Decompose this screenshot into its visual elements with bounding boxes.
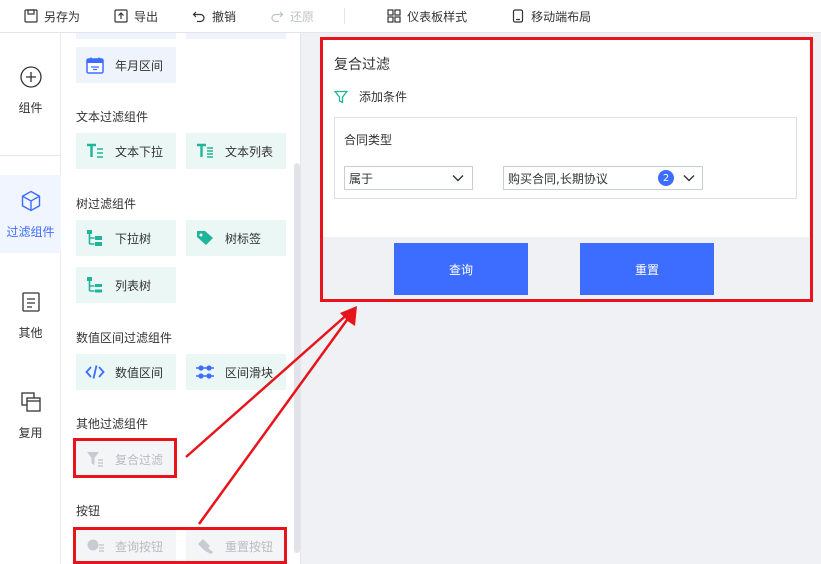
component-cut-left [76, 33, 176, 39]
component-range-slider[interactable]: 区间滑块 [186, 354, 286, 390]
rail-item-components[interactable]: 组件 [0, 65, 61, 116]
save-as-button[interactable]: 另存为 [14, 0, 90, 33]
text-list-icon [195, 141, 215, 161]
component-label: 文本下拉 [115, 144, 164, 159]
document-icon [19, 290, 43, 314]
component-label: 列表树 [115, 278, 152, 293]
redo-icon [270, 9, 284, 23]
copy-icon [19, 390, 43, 414]
group-title-other-filter: 其他过滤组件 [76, 417, 149, 431]
component-panel: 年月区间 文本过滤组件 文本下拉 文本列表 树过滤组件 下拉树 树标签 列表树 … [61, 33, 301, 564]
mobile-layout-label: 移动端布局 [531, 9, 592, 24]
rail-label-other: 其他 [18, 326, 43, 340]
rail-divider [0, 155, 61, 156]
component-text-dropdown[interactable]: 文本下拉 [76, 133, 176, 169]
group-title-text-filter: 文本过滤组件 [76, 110, 149, 124]
export-button[interactable]: 导出 [104, 0, 168, 33]
annotation-box-buttons [73, 527, 287, 564]
tree-icon [85, 228, 105, 248]
left-rail: 组件 过滤组件 其他 复用 [0, 33, 61, 564]
group-title-tree-filter: 树过滤组件 [76, 197, 137, 211]
redo-button[interactable]: 还原 [260, 0, 324, 33]
undo-label: 撤销 [212, 9, 237, 24]
component-text-list[interactable]: 文本列表 [186, 133, 286, 169]
calendar-icon [85, 55, 105, 75]
code-icon [85, 362, 105, 382]
dashboard-style-button[interactable]: 仪表板样式 [377, 0, 477, 33]
list-tree-icon [85, 275, 105, 295]
component-label: 文本列表 [225, 144, 274, 159]
component-dropdown-tree[interactable]: 下拉树 [76, 220, 176, 256]
undo-icon [192, 9, 206, 23]
save-as-label: 另存为 [44, 9, 81, 24]
component-tree-tag[interactable]: 树标签 [186, 220, 286, 256]
component-label: 数值区间 [115, 365, 164, 380]
panel-scrollbar[interactable] [294, 163, 300, 553]
save-icon [24, 9, 38, 23]
toolbar: 另存为 导出 撤销 还原 仪表板样式 移动端布局 [0, 0, 821, 33]
component-cut-right [186, 33, 286, 39]
rail-label-filter-components: 过滤组件 [6, 225, 55, 239]
plus-circle-icon [19, 65, 43, 89]
cube-icon [19, 189, 43, 213]
annotation-box-canvas [320, 37, 813, 302]
rail-item-filter-components[interactable]: 过滤组件 [0, 175, 61, 253]
text-dropdown-icon [85, 141, 105, 161]
mobile-layout-button[interactable]: 移动端布局 [501, 0, 601, 33]
component-numeric-range[interactable]: 数值区间 [76, 354, 176, 390]
rail-item-other[interactable]: 其他 [0, 290, 61, 341]
dashboard-style-label: 仪表板样式 [407, 9, 468, 24]
undo-button[interactable]: 撤销 [182, 0, 246, 33]
toolbar-divider [344, 8, 346, 24]
component-label: 年月区间 [115, 58, 164, 73]
mobile-icon [511, 9, 525, 23]
component-list-tree[interactable]: 列表树 [76, 267, 176, 303]
slider-icon [195, 362, 215, 382]
group-title-button: 按钮 [76, 504, 101, 518]
export-label: 导出 [134, 9, 159, 24]
component-label: 树标签 [225, 231, 262, 246]
rail-label-reuse: 复用 [18, 426, 43, 440]
grid-icon [387, 9, 401, 23]
redo-label: 还原 [290, 9, 315, 24]
component-label: 区间滑块 [225, 365, 274, 380]
export-icon [114, 9, 128, 23]
rail-label-components: 组件 [18, 101, 43, 115]
component-year-month-range[interactable]: 年月区间 [76, 47, 176, 83]
group-title-numeric-range: 数值区间过滤组件 [76, 331, 173, 345]
component-label: 下拉树 [115, 231, 152, 246]
rail-item-reuse[interactable]: 复用 [0, 390, 61, 441]
tag-icon [195, 228, 215, 248]
annotation-box-compound-filter [73, 438, 177, 478]
